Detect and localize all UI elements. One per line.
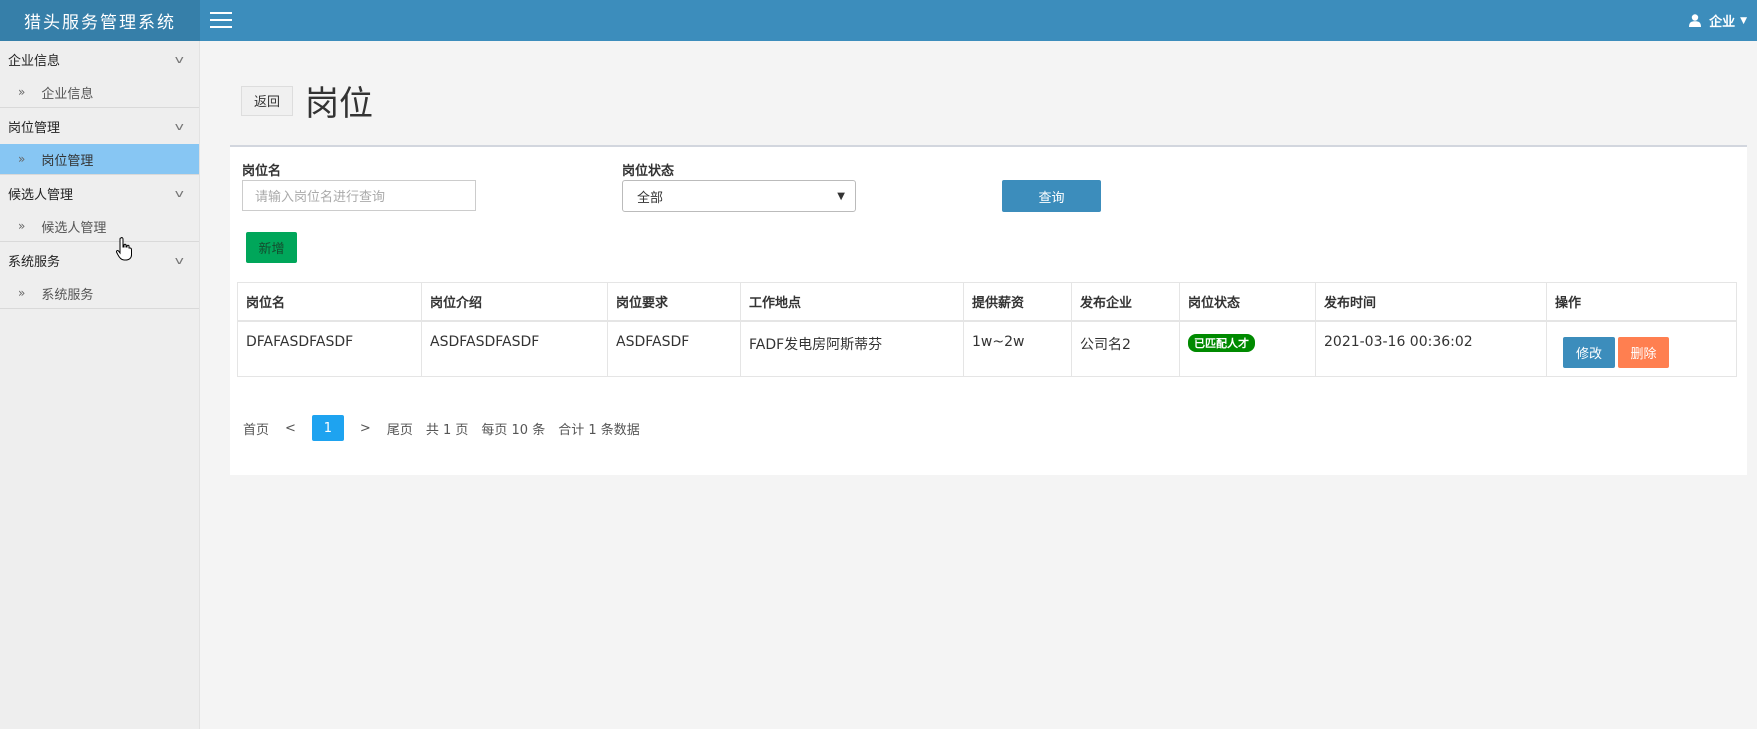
position-status-label: 岗位状态 (622, 164, 675, 179)
user-name: 企业 (1709, 15, 1736, 30)
sidebar-group-header[interactable]: 企业信息 v (0, 41, 199, 77)
sidebar-item-label: 岗位管理 (41, 153, 94, 169)
prev-page-link[interactable]: < (285, 421, 296, 436)
sidebar-item-label: 企业信息 (41, 86, 94, 102)
sidebar: 企业信息 v » 企业信息 岗位管理 v » 岗位管理 候选人管理 v » 候选… (0, 41, 200, 729)
cell-location: FADF发电房阿斯蒂芬 (740, 320, 964, 377)
app-title: 猎头服务管理系统 (0, 0, 200, 41)
sidebar-group-title: 候选人管理 (8, 187, 74, 203)
cell-company: 公司名2 (1071, 320, 1180, 377)
column-header: 工作地点 (740, 282, 964, 322)
status-select-value: 全部 (637, 190, 664, 206)
column-header: 发布时间 (1315, 282, 1547, 322)
double-angle-right-icon: » (18, 85, 26, 99)
column-header: 提供薪资 (963, 282, 1072, 322)
cell-actions: 修改 删除 (1546, 320, 1737, 377)
query-button[interactable]: 查询 (1002, 180, 1101, 212)
cell-position-name: DFAFASDFASDF (237, 320, 422, 377)
page-header: 返回 岗位 (241, 76, 373, 125)
page-title: 岗位 (305, 84, 374, 124)
add-button[interactable]: 新增 (246, 232, 297, 263)
total-records-text: 合计 1 条数据 (558, 422, 640, 438)
sidebar-item-label: 系统服务 (41, 287, 94, 303)
per-page-text: 每页 10 条 (481, 422, 546, 438)
cell-publish-time: 2021-03-16 00:36:02 (1315, 320, 1547, 377)
hand-cursor-icon (116, 237, 132, 261)
column-header: 发布企业 (1071, 282, 1180, 322)
user-menu[interactable]: 企业 ▼ (1689, 0, 1747, 41)
pagination: 首页 < 1 > 尾页 共 1 页 每页 10 条 合计 1 条数据 (243, 415, 653, 441)
first-page-link[interactable]: 首页 (243, 419, 269, 438)
current-page-button[interactable]: 1 (311, 415, 344, 441)
last-page-link[interactable]: 尾页 (387, 419, 413, 438)
cell-position-intro: ASDFASDFASDF (421, 320, 608, 377)
sidebar-item-label: 候选人管理 (41, 220, 107, 236)
position-name-input[interactable]: 请输入岗位名进行查询 (242, 180, 476, 211)
chevron-down-icon: v (175, 253, 185, 267)
sidebar-group-company: 企业信息 v » 企业信息 (0, 41, 199, 108)
column-header: 操作 (1546, 282, 1737, 322)
column-header: 岗位介绍 (421, 282, 608, 322)
double-angle-right-icon: » (18, 219, 26, 233)
sidebar-group-title: 企业信息 (8, 53, 61, 69)
sidebar-item-company-info[interactable]: » 企业信息 (0, 77, 199, 107)
next-page-link[interactable]: > (360, 421, 371, 436)
sidebar-group-title: 系统服务 (8, 254, 61, 270)
top-navbar: 猎头服务管理系统 企业 ▼ (0, 0, 1757, 41)
sidebar-item-position-management[interactable]: » 岗位管理 (0, 144, 199, 174)
column-header: 岗位状态 (1179, 282, 1316, 322)
table-header-row: 岗位名 岗位介绍 岗位要求 工作地点 提供薪资 发布企业 岗位状态 发布时间 操… (237, 282, 1737, 322)
sidebar-group-positions: 岗位管理 v » 岗位管理 (0, 108, 199, 175)
sidebar-group-header[interactable]: 岗位管理 v (0, 108, 199, 144)
cell-salary: 1w~2w (963, 320, 1072, 377)
chevron-down-icon: ▼ (837, 190, 845, 202)
sidebar-group-header[interactable]: 候选人管理 v (0, 175, 199, 211)
chevron-down-icon: v (175, 52, 185, 66)
sidebar-group-candidates: 候选人管理 v » 候选人管理 (0, 175, 199, 242)
column-header: 岗位名 (237, 282, 422, 322)
chevron-down-icon: v (175, 186, 185, 200)
edit-button[interactable]: 修改 (1563, 336, 1615, 368)
cell-position-requirement: ASDFASDF (607, 320, 741, 377)
status-badge: 已匹配人才 (1188, 333, 1255, 352)
chevron-down-icon: v (175, 119, 185, 133)
position-name-label: 岗位名 (242, 164, 282, 179)
content-box: 岗位名 请输入岗位名进行查询 岗位状态 全部 ▼ 查询 新增 岗位名 岗位介绍 … (230, 145, 1747, 475)
table-row: DFAFASDFASDF ASDFASDFASDF ASDFASDF FADF发… (237, 320, 1737, 377)
delete-button[interactable]: 删除 (1618, 336, 1669, 368)
double-angle-right-icon: » (18, 152, 26, 166)
total-pages-text: 共 1 页 (425, 422, 469, 438)
position-status-select[interactable]: 全部 ▼ (622, 180, 856, 212)
sidebar-group-system: 系统服务 v » 系统服务 (0, 242, 199, 309)
cell-status: 已匹配人才 (1179, 320, 1316, 377)
caret-down-icon: ▼ (1740, 15, 1747, 26)
double-angle-right-icon: » (18, 286, 26, 300)
user-icon (1689, 14, 1702, 27)
sidebar-item-candidate-management[interactable]: » 候选人管理 (0, 211, 199, 241)
sidebar-group-title: 岗位管理 (8, 120, 61, 136)
back-button[interactable]: 返回 (241, 85, 294, 116)
menu-toggle-icon[interactable] (210, 12, 232, 28)
sidebar-group-header[interactable]: 系统服务 v (0, 242, 199, 278)
positions-table: 岗位名 岗位介绍 岗位要求 工作地点 提供薪资 发布企业 岗位状态 发布时间 操… (237, 282, 1737, 377)
sidebar-item-system-service[interactable]: » 系统服务 (0, 278, 199, 308)
column-header: 岗位要求 (607, 282, 741, 322)
